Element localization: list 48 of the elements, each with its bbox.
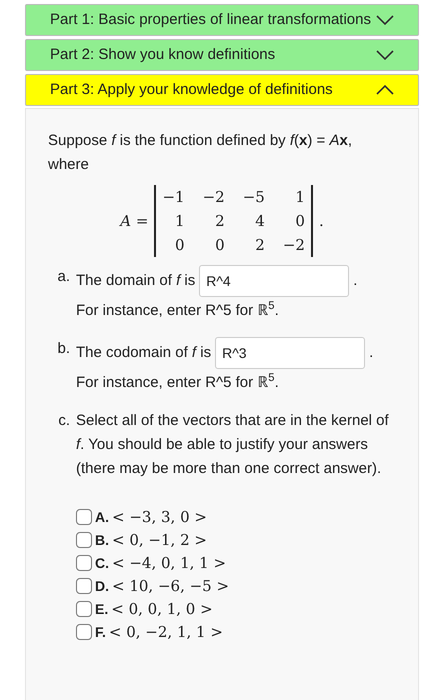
matrix-entry: 2 xyxy=(254,235,265,256)
question-label: a. xyxy=(56,267,70,287)
option-letter: A. xyxy=(95,508,109,526)
checkbox[interactable] xyxy=(76,508,92,524)
matrix-entry: −5 xyxy=(242,187,265,208)
hint-text: For instance, enter R^5 for ℝ$^{5}$. xyxy=(76,371,280,393)
option-letter: F. xyxy=(95,622,106,642)
matrix-entry: −1 xyxy=(162,187,185,208)
matrix-entry: 2 xyxy=(214,211,225,232)
question-label: b. xyxy=(56,339,70,359)
matrix-entry: 1 xyxy=(294,187,305,208)
option-letter: D. xyxy=(95,576,109,596)
matrix-period: . xyxy=(318,211,324,232)
question-text: The codomain of f is xyxy=(76,343,212,363)
matrix-entry: 0 xyxy=(174,235,185,256)
option-vector: < 10, −6, −5 > xyxy=(112,576,230,596)
period-text: . xyxy=(353,271,358,291)
option-vector: < 0, −1, 2 > xyxy=(112,530,207,550)
matrix-name: A = xyxy=(120,211,148,232)
intro-text: Suppose f is the function defined by f(x) = Ax, where xyxy=(48,131,353,175)
checkbox[interactable] xyxy=(76,624,92,640)
hint-text: For instance, enter R^5 for ℝ$^{5}$. xyxy=(76,299,280,321)
matrix-entry: 0 xyxy=(214,235,225,256)
option-letter: B. xyxy=(95,530,109,550)
option-vector: < −4, 0, 1, 1 > xyxy=(112,552,226,574)
matrix-entry: 4 xyxy=(254,211,265,232)
matrix-entry: −2 xyxy=(282,235,305,256)
period-text: . xyxy=(369,343,374,363)
matrix-entry: 1 xyxy=(174,211,185,232)
question-text: Select all of the vectors that are in the kernel of f. You should be able to justify your answers (there may be more than one correct answer). xyxy=(76,411,390,479)
accordion-header[interactable]: Part 3: Apply your knowledge of definitions xyxy=(25,74,419,106)
option-vector: < −3, 3, 0 > xyxy=(112,506,207,528)
option-vector: < 0, −2, 1, 1 > xyxy=(108,622,223,642)
accordion-header[interactable]: Part 2: Show you know definitions xyxy=(25,39,419,71)
checkbox[interactable] xyxy=(76,532,92,548)
accordion-header[interactable]: Part 1: Basic properties of linear transformations xyxy=(25,4,419,36)
option-vector: < 0, 0, 1, 0 > xyxy=(111,598,213,620)
answer-field[interactable]: R^3 xyxy=(215,337,366,369)
checkbox[interactable] xyxy=(76,600,92,616)
answer-field[interactable]: R^4 xyxy=(199,265,350,297)
question-label: c. xyxy=(57,411,70,431)
checkbox[interactable] xyxy=(76,578,92,594)
checkbox[interactable] xyxy=(76,554,92,570)
matrix-entry: 0 xyxy=(294,211,305,232)
option-letter: C. xyxy=(95,554,109,572)
matrix-entry: −2 xyxy=(202,187,225,208)
option-letter: E. xyxy=(95,600,108,618)
question-text: The domain of f is xyxy=(76,271,196,291)
